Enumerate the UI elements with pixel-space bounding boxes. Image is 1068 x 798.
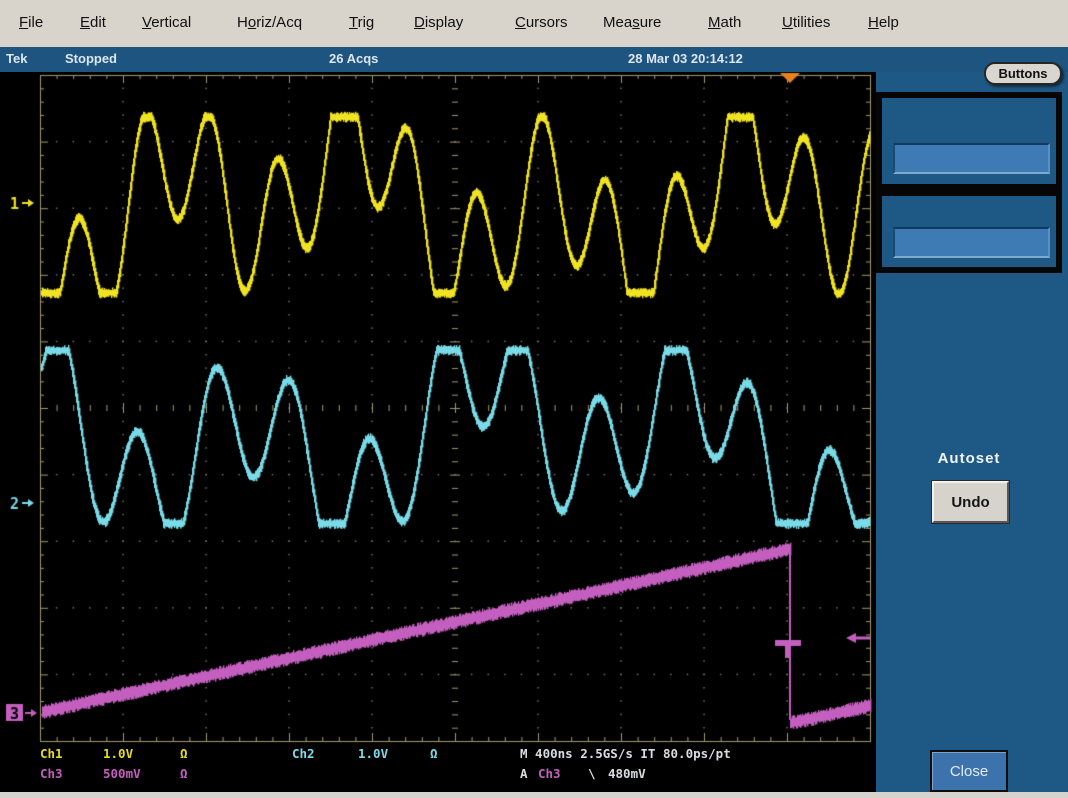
readout-panel-2 [876, 190, 1062, 273]
menu-item-help[interactable]: Help [868, 14, 899, 31]
oscilloscope-screen: File Edit Vertical Horiz/Acq Trig Display Curs… [0, 0, 1068, 798]
readout-panel-1 [876, 92, 1062, 190]
ch2-coupling-icon: Ω [430, 746, 438, 761]
trigger-slope-icon: \ [588, 766, 596, 781]
window-bottom-edge [0, 792, 1068, 798]
menu-item-math[interactable]: Math [708, 14, 741, 31]
acquisition-state: Stopped [65, 51, 117, 66]
ch3-readout-scale: 500mV [103, 766, 141, 781]
menu-item-edit[interactable]: Edit [80, 14, 106, 31]
menu-item-trig[interactable]: Trig [349, 14, 374, 31]
status-bar: Tek Stopped 26 Acqs 28 Mar 03 20:14:12 [0, 47, 1068, 72]
close-button[interactable]: Close [930, 750, 1008, 792]
menu-item-file[interactable]: File [19, 14, 43, 31]
brand-label: Tek [6, 51, 27, 66]
ch2-readout-scale: 1.0V [358, 746, 388, 761]
menu-item-display[interactable]: Display [414, 14, 463, 31]
waveform-display [0, 72, 876, 798]
menu-item-cursors[interactable]: Cursors [515, 14, 568, 31]
buttons-button[interactable]: Buttons [984, 62, 1062, 85]
menu-item-measure[interactable]: Measure [603, 14, 661, 31]
undo-button[interactable]: Undo [932, 481, 1009, 523]
menu-item-horizacq[interactable]: Horiz/Acq [237, 14, 302, 31]
ch1-coupling-icon: Ω [180, 746, 188, 761]
ch1-readout-scale: 1.0V [103, 746, 133, 761]
ch3-coupling-icon: Ω [180, 766, 188, 781]
acquisition-count: 26 Acqs [329, 51, 378, 66]
timebase-readout: M 400ns 2.5GS/s IT 80.0ps/pt [520, 746, 731, 761]
datetime-label: 28 Mar 03 20:14:12 [628, 51, 743, 66]
ch2-readout-label: Ch2 [292, 746, 315, 761]
side-panel: Autoset Undo Close [876, 72, 1068, 798]
trigger-level-readout: 480mV [608, 766, 646, 781]
readout-field-2[interactable] [893, 227, 1050, 258]
menu-item-vertical[interactable]: Vertical [142, 14, 191, 31]
ch1-readout-label: Ch1 [40, 746, 63, 761]
readout-field-1[interactable] [893, 143, 1050, 174]
trigger-source-readout: Ch3 [538, 766, 561, 781]
ch3-readout-label: Ch3 [40, 766, 63, 781]
trigger-mode-readout: A [520, 766, 528, 781]
menu-item-utilities[interactable]: Utilities [782, 14, 830, 31]
autoset-label: Autoset [876, 450, 1062, 467]
menu-bar: File Edit Vertical Horiz/Acq Trig Display Curs… [0, 0, 1068, 48]
scope-display: Ch1 1.0V Ω Ch2 1.0V Ω M 400ns 2.5GS/s IT… [0, 72, 876, 798]
